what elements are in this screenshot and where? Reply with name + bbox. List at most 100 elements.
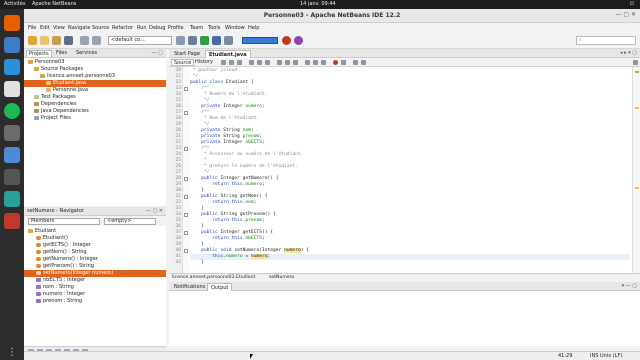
tab-files[interactable]: Files bbox=[54, 50, 69, 57]
search-input[interactable]: ⌕ bbox=[576, 36, 636, 45]
tree-item[interactable]: Source Packages bbox=[24, 66, 166, 73]
tree-item-selected[interactable]: Etudiant.java bbox=[24, 80, 166, 87]
editor-action-icon[interactable] bbox=[229, 60, 234, 65]
tree-item[interactable]: Java Dependencies bbox=[24, 108, 166, 115]
editor-action-icon[interactable] bbox=[321, 60, 326, 65]
output-panel-controls[interactable]: ▾ — ▢ bbox=[622, 283, 637, 289]
profile-icon[interactable] bbox=[224, 36, 233, 45]
editor-action-icon[interactable] bbox=[353, 60, 358, 65]
show-apps-icon[interactable]: ⋮ bbox=[6, 347, 18, 359]
nav-item[interactable]: prenom : String bbox=[24, 298, 166, 305]
pause-io-icon[interactable] bbox=[294, 36, 303, 45]
nav-item[interactable]: numero : Integer bbox=[24, 291, 166, 298]
activities-button[interactable]: Activités bbox=[4, 1, 25, 7]
terminal-icon[interactable] bbox=[4, 169, 20, 185]
editor-action-icon[interactable] bbox=[293, 60, 298, 65]
menu-help[interactable]: Help bbox=[248, 25, 259, 31]
tab-start-page[interactable]: Start Page bbox=[171, 50, 203, 58]
window-titlebar[interactable]: Personne03 - Apache NetBeans IDE 12.2 — … bbox=[24, 9, 640, 23]
gc-icon[interactable] bbox=[282, 36, 291, 45]
run-icon[interactable] bbox=[200, 36, 209, 45]
fold-toggle-icon[interactable] bbox=[184, 177, 188, 181]
build-icon[interactable] bbox=[176, 36, 185, 45]
panel-controls[interactable]: — ▢ bbox=[152, 50, 163, 56]
fold-toggle-icon[interactable] bbox=[184, 87, 188, 91]
output-panel[interactable] bbox=[169, 291, 640, 346]
files-icon[interactable] bbox=[4, 37, 20, 53]
navigator-filter-select[interactable]: Members bbox=[28, 218, 100, 225]
error-stripe-marker[interactable] bbox=[635, 187, 639, 189]
fold-toggle-icon[interactable] bbox=[184, 111, 188, 115]
firefox-icon[interactable] bbox=[4, 15, 20, 31]
menu-view[interactable]: View bbox=[53, 25, 65, 31]
menu-debug[interactable]: Debug bbox=[149, 25, 165, 31]
menu-run[interactable]: Run bbox=[137, 25, 147, 31]
menu-refactor[interactable]: Refactor bbox=[112, 25, 133, 31]
window-controls[interactable]: — ▢ ✕ bbox=[615, 11, 636, 18]
clean-build-icon[interactable] bbox=[188, 36, 197, 45]
tree-item[interactable]: Project Files bbox=[24, 115, 166, 122]
menu-file[interactable]: File bbox=[28, 25, 36, 31]
editor-action-icon[interactable] bbox=[249, 60, 254, 65]
save-all-icon[interactable] bbox=[64, 36, 73, 45]
menu-source[interactable]: Source bbox=[92, 25, 109, 31]
menu-team[interactable]: Team bbox=[190, 25, 203, 31]
system-tray[interactable]: ⏻ bbox=[630, 1, 634, 7]
code-line[interactable]: } bbox=[190, 260, 630, 266]
code-editor[interactable]: 10 11 12 13 14 15 16 17 18 19 20 21 22 23 24 25 26 27 28 29… bbox=[169, 67, 632, 273]
editor-action-icon[interactable] bbox=[341, 60, 346, 65]
trash-icon[interactable] bbox=[4, 125, 20, 141]
new-file-icon[interactable] bbox=[40, 36, 49, 45]
tab-etudiant-java[interactable]: Etudiant.java bbox=[205, 50, 251, 58]
tree-item[interactable]: Dependencies bbox=[24, 101, 166, 108]
editor-action-icon[interactable] bbox=[237, 60, 242, 65]
tab-notifications[interactable]: Notifications bbox=[171, 283, 208, 291]
editor-action-icon[interactable] bbox=[265, 60, 270, 65]
menu-navigate[interactable]: Navigate bbox=[68, 25, 90, 31]
software-icon[interactable] bbox=[4, 147, 20, 163]
debug-icon[interactable] bbox=[212, 36, 221, 45]
menu-profile[interactable]: Profile bbox=[168, 25, 184, 31]
tab-output[interactable]: Output bbox=[207, 283, 233, 291]
tab-projects[interactable]: Projects bbox=[26, 50, 52, 57]
nav-item[interactable]: getNumero() : Integer bbox=[24, 256, 166, 263]
tree-item[interactable]: Personne03 bbox=[24, 59, 166, 66]
breadcrumb-class[interactable]: licence.anneet.personne03.Etudiant bbox=[172, 275, 255, 281]
active-app-label[interactable]: Apache NetBeans bbox=[32, 1, 76, 7]
editor-action-icon[interactable] bbox=[285, 60, 290, 65]
menu-window[interactable]: Window bbox=[225, 25, 245, 31]
menu-tools[interactable]: Tools bbox=[208, 25, 220, 31]
nav-item-selected[interactable]: setNumero(Integer numero) bbox=[24, 270, 166, 277]
app-icon[interactable] bbox=[4, 213, 20, 229]
tree-item[interactable]: licence.anneet.personne03 bbox=[24, 73, 166, 80]
tab-history[interactable]: History bbox=[193, 59, 215, 66]
editor-tab-controls[interactable]: ◂ ▸ ▾ ▢ bbox=[620, 50, 637, 56]
netbeans-icon[interactable] bbox=[4, 59, 20, 75]
editor-options-icon[interactable] bbox=[633, 60, 638, 65]
nav-item[interactable]: Etudiant bbox=[24, 228, 166, 235]
editor-action-icon[interactable] bbox=[305, 60, 310, 65]
undo-icon[interactable] bbox=[80, 36, 89, 45]
fold-toggle-icon[interactable] bbox=[184, 213, 188, 217]
navigator-scope-select[interactable]: <empty> bbox=[104, 218, 156, 225]
error-stripe-marker[interactable] bbox=[635, 107, 639, 109]
record-macro-icon[interactable] bbox=[333, 60, 338, 65]
fold-toggle-icon[interactable] bbox=[184, 195, 188, 199]
editor-action-icon[interactable] bbox=[361, 60, 366, 65]
configuration-select[interactable]: <default co... bbox=[108, 36, 172, 45]
tree-item[interactable]: Personne.java bbox=[24, 87, 166, 94]
vscode-icon[interactable] bbox=[4, 191, 20, 207]
editor-action-icon[interactable] bbox=[313, 60, 318, 65]
nav-item[interactable]: nbECTS : Integer bbox=[24, 277, 166, 284]
texteditor-icon[interactable] bbox=[4, 81, 20, 97]
tree-item[interactable]: Test Packages bbox=[24, 94, 166, 101]
error-stripe-marker[interactable] bbox=[635, 71, 639, 73]
nav-item[interactable]: nom : String bbox=[24, 284, 166, 291]
menu-edit[interactable]: Edit bbox=[40, 25, 50, 31]
editor-action-icon[interactable] bbox=[221, 60, 226, 65]
editor-action-icon[interactable] bbox=[257, 60, 262, 65]
clock[interactable]: 14 janv. 09:44 bbox=[300, 1, 336, 7]
tab-source[interactable]: Source bbox=[171, 59, 195, 66]
memory-indicator[interactable] bbox=[242, 37, 278, 44]
fold-toggle-icon[interactable] bbox=[184, 147, 188, 151]
